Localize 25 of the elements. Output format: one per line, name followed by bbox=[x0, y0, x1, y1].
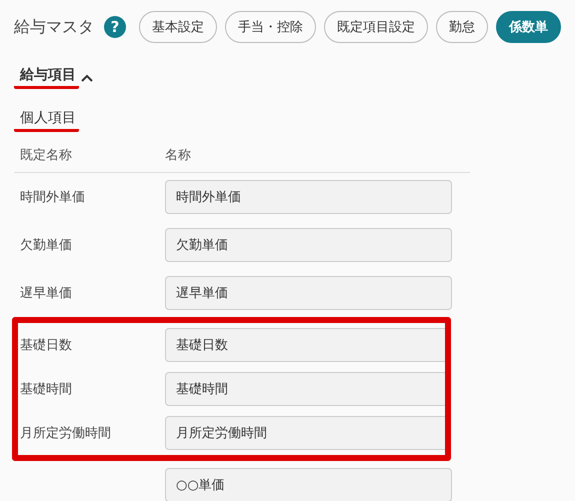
tab[interactable]: 既定項目設定 bbox=[324, 11, 428, 43]
page-title: 給与マスタ bbox=[14, 16, 94, 38]
row-label: 時間外単価 bbox=[20, 189, 86, 206]
row-label: 基礎日数 bbox=[20, 337, 73, 354]
tab[interactable]: 基本設定 bbox=[139, 11, 217, 43]
column-header: 名称 bbox=[165, 147, 192, 164]
section-heading[interactable]: 給与項目 bbox=[14, 66, 79, 89]
name-field[interactable]: 基礎日数 bbox=[165, 328, 445, 362]
name-field[interactable]: 遅早単価 bbox=[165, 276, 452, 310]
subsection-heading: 個人項目 bbox=[14, 109, 79, 132]
tab[interactable]: 手当・控除 bbox=[225, 11, 316, 43]
help-icon[interactable]: ? bbox=[104, 16, 126, 38]
row-label: 基礎時間 bbox=[20, 381, 73, 398]
name-field[interactable]: 月所定労働時間 bbox=[165, 416, 445, 450]
column-header: 既定名称 bbox=[20, 147, 73, 164]
name-field[interactable]: 時間外単価 bbox=[165, 180, 452, 214]
tab[interactable]: 係数単 bbox=[496, 11, 561, 43]
chevron-up-icon[interactable] bbox=[81, 74, 93, 82]
name-field[interactable]: ○○単価 bbox=[165, 468, 452, 501]
tab[interactable]: 勤怠 bbox=[436, 11, 488, 43]
name-field[interactable]: 欠勤単価 bbox=[165, 228, 452, 262]
row-label: 遅早単価 bbox=[20, 285, 73, 302]
row-label: 欠勤単価 bbox=[20, 237, 73, 254]
row-label: 月所定労働時間 bbox=[20, 425, 112, 442]
name-field[interactable]: 基礎時間 bbox=[165, 372, 445, 406]
